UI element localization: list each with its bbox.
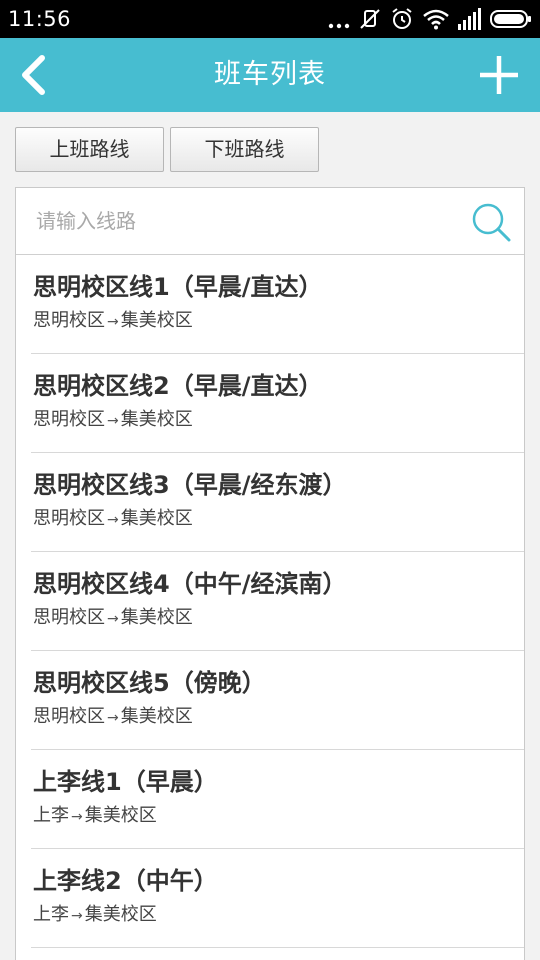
- list-item[interactable]: 思明校区线3（早晨/经东渡） 思明校区 → 集美校区: [31, 453, 524, 552]
- arrow-icon: →: [71, 908, 83, 924]
- route-to: 集美校区: [120, 706, 193, 727]
- route-from: 思明校区: [33, 607, 105, 628]
- add-button[interactable]: [478, 54, 520, 96]
- alarm-icon: [392, 8, 412, 29]
- route-tabs: 上班路线 下班路线: [15, 127, 319, 172]
- route-from: 思明校区: [33, 508, 105, 529]
- plus-icon: [480, 56, 518, 94]
- route-desc: 上李 → 集美校区: [33, 804, 157, 829]
- route-title: 上李线1（早晨）: [33, 768, 218, 796]
- tab-off-work[interactable]: 下班路线: [170, 127, 319, 172]
- mute-icon: [360, 9, 380, 29]
- route-to: 集美校区: [120, 310, 193, 331]
- route-title: 思明校区线1（早晨/直达）: [33, 273, 323, 301]
- route-title: 思明校区线2（早晨/直达）: [33, 372, 323, 400]
- dots-icon: [328, 23, 350, 29]
- arrow-icon: →: [107, 314, 119, 330]
- list-item[interactable]: 上李线1（早晨） 上李 → 集美校区: [31, 750, 524, 849]
- route-title: 思明校区线4（中午/经滨南）: [33, 570, 347, 598]
- list-item[interactable]: 思明校区线1（早晨/直达） 思明校区 → 集美校区: [31, 255, 524, 354]
- route-desc: 上李 → 集美校区: [33, 903, 157, 928]
- list-item[interactable]: 思明校区线2（早晨/直达） 思明校区 → 集美校区: [31, 354, 524, 453]
- route-to: 集美校区: [120, 508, 193, 529]
- route-desc: 思明校区 → 集美校区: [33, 705, 193, 730]
- route-list: 思明校区线1（早晨/直达） 思明校区 → 集美校区 思明校区线2（早晨/直达） 思明…: [16, 255, 524, 948]
- app-header: 班车列表: [0, 38, 540, 112]
- route-title: 上李线2（中午）: [33, 867, 218, 895]
- list-item[interactable]: 思明校区线5（傍晚） 思明校区 → 集美校区: [31, 651, 524, 750]
- arrow-icon: →: [107, 710, 119, 726]
- route-to: 集美校区: [84, 904, 157, 925]
- arrow-icon: →: [107, 413, 119, 429]
- route-to: 集美校区: [120, 607, 193, 628]
- search-icon[interactable]: [470, 201, 512, 243]
- route-from: 思明校区: [33, 409, 105, 430]
- route-desc: 思明校区 → 集美校区: [33, 309, 193, 334]
- route-title: 思明校区线5（傍晚）: [33, 669, 266, 697]
- tab-to-work[interactable]: 上班路线: [15, 127, 164, 172]
- arrow-icon: →: [107, 512, 119, 528]
- route-to: 集美校区: [120, 409, 193, 430]
- page-title: 班车列表: [214, 59, 326, 90]
- route-panel: 请输入线路 思明校区线1（早晨/直达） 思明校区 → 集美校区 思明校区线2（早晨/…: [15, 187, 525, 960]
- route-from: 思明校区: [33, 706, 105, 727]
- route-from: 上李: [33, 805, 69, 826]
- list-item[interactable]: 思明校区线4（中午/经滨南） 思明校区 → 集美校区: [31, 552, 524, 651]
- search-input[interactable]: 请输入线路: [36, 208, 136, 234]
- route-to: 集美校区: [84, 805, 157, 826]
- route-from: 上李: [33, 904, 69, 925]
- wifi-icon: [423, 9, 449, 30]
- status-time: 11:56: [8, 7, 72, 31]
- search-bar[interactable]: 请输入线路: [16, 188, 524, 255]
- status-icons: [328, 6, 532, 32]
- route-desc: 思明校区 → 集美校区: [33, 408, 193, 433]
- signal-icon: [458, 8, 481, 30]
- arrow-icon: →: [107, 611, 119, 627]
- route-desc: 思明校区 → 集美校区: [33, 507, 193, 532]
- battery-icon: [490, 10, 531, 28]
- route-from: 思明校区: [33, 310, 105, 331]
- route-desc: 思明校区 → 集美校区: [33, 606, 193, 631]
- arrow-icon: →: [71, 809, 83, 825]
- route-title: 思明校区线3（早晨/经东渡）: [33, 471, 347, 499]
- list-item[interactable]: 上李线2（中午） 上李 → 集美校区: [31, 849, 524, 948]
- status-bar: 11:56: [0, 0, 540, 38]
